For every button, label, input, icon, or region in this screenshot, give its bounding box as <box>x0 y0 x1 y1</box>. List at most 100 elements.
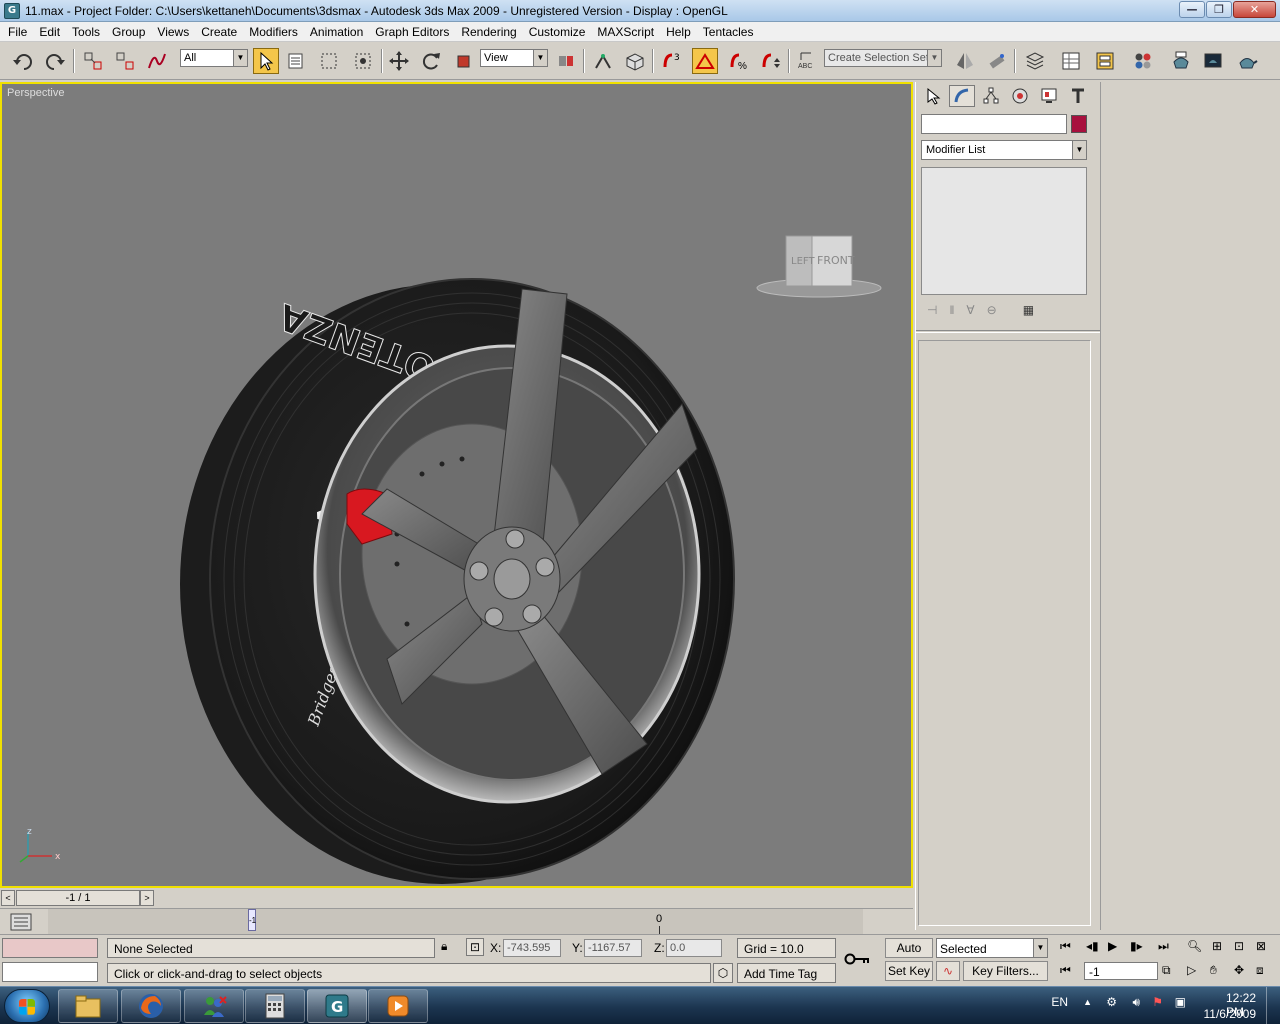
bind-to-space-warp-icon[interactable] <box>144 48 170 74</box>
modify-tab-icon[interactable] <box>949 85 975 107</box>
set-key-button[interactable]: Set Key <box>885 961 933 981</box>
menu-group[interactable]: Group <box>106 22 151 42</box>
select-manipulate-icon[interactable] <box>590 48 616 74</box>
key-mode-dropdown[interactable]: Selected ▼ <box>936 938 1048 958</box>
lock-icon[interactable]: 🔒︎ <box>441 939 447 954</box>
minimize-button[interactable]: — <box>1179 1 1205 18</box>
pin-stack-icon[interactable]: ⊣ <box>927 303 937 317</box>
orbit-icon[interactable]: ✥ <box>1234 963 1244 977</box>
utilities-tab-icon[interactable] <box>1065 85 1091 107</box>
move-icon[interactable] <box>386 48 412 74</box>
select-by-name-icon[interactable] <box>284 48 310 74</box>
show-desktop-button[interactable] <box>1266 987 1280 1024</box>
angle-snap-toggle-icon[interactable] <box>692 48 718 74</box>
scale-icon[interactable] <box>450 48 476 74</box>
select-object-icon[interactable] <box>253 48 279 74</box>
mirror-icon[interactable] <box>952 48 978 74</box>
menu-create[interactable]: Create <box>195 22 243 42</box>
display-tab-icon[interactable] <box>1036 85 1062 107</box>
menu-rendering[interactable]: Rendering <box>455 22 522 42</box>
menu-maxscript[interactable]: MAXScript <box>591 22 660 42</box>
layer-manager-icon[interactable] <box>1022 48 1048 74</box>
quick-render-icon[interactable] <box>1234 48 1260 74</box>
show-hidden-icons-icon[interactable]: ▲ <box>1083 997 1092 1007</box>
go-to-end-icon[interactable]: ⏭ <box>1158 939 1169 954</box>
zoom-extents-icon[interactable]: ⊡ <box>1234 939 1244 953</box>
track-ruler[interactable] <box>48 909 863 935</box>
percent-snap-toggle-icon[interactable]: % <box>725 48 751 74</box>
object-name-field[interactable] <box>921 114 1067 134</box>
clock-date[interactable]: 11/6/2009 <box>1204 1007 1257 1021</box>
zoom-extents-all-icon[interactable]: ⊠ <box>1256 939 1266 953</box>
rotate-icon[interactable] <box>418 48 444 74</box>
viewcube-front-label[interactable]: FRONT <box>817 254 855 267</box>
keyboard-shortcut-override-icon[interactable] <box>622 48 648 74</box>
trackbar[interactable]: -1 0 <box>0 908 913 935</box>
current-frame-spinner[interactable]: -1 <box>1084 962 1158 980</box>
modifier-list-dropdown[interactable]: Modifier List ▼ <box>921 140 1087 160</box>
remove-modifier-icon[interactable]: ⊖ <box>987 303 997 317</box>
viewcube-left-label[interactable]: LEFT <box>791 256 815 267</box>
messenger-icon[interactable] <box>184 989 244 1023</box>
go-to-start-icon[interactable]: ⏮ <box>1060 939 1071 954</box>
menu-tentacles[interactable]: Tentacles <box>697 22 760 42</box>
menu-edit[interactable]: Edit <box>33 22 66 42</box>
time-configuration-icon[interactable]: ⧉ <box>1162 963 1171 978</box>
time-slider-prev-button[interactable]: < <box>1 890 15 906</box>
configure-modifier-sets-icon[interactable]: ▦ <box>1023 303 1034 317</box>
reference-coordinate-dropdown[interactable]: View ▼ <box>480 49 548 67</box>
maxscript-listener-white[interactable] <box>2 962 98 982</box>
default-in-out-tangents-icon[interactable]: ∿ <box>936 961 960 981</box>
maxscript-listener-pink[interactable] <box>2 938 98 958</box>
render-setup-icon[interactable] <box>1168 48 1194 74</box>
material-editor-icon[interactable] <box>1130 48 1156 74</box>
z-coordinate-field[interactable]: 0.0 <box>666 939 722 957</box>
maximize-viewport-icon[interactable]: ⧈ <box>1256 963 1264 978</box>
rectangular-selection-icon[interactable] <box>316 48 342 74</box>
menu-animation[interactable]: Animation <box>304 22 369 42</box>
3ds-max-task-icon[interactable]: G <box>307 989 367 1023</box>
play-icon[interactable]: ▶︎ <box>1108 939 1117 953</box>
time-slider-next-button[interactable]: > <box>140 890 154 906</box>
curve-editor-icon[interactable] <box>1058 48 1084 74</box>
make-unique-icon[interactable]: ∀ <box>966 303 974 317</box>
menu-help[interactable]: Help <box>660 22 697 42</box>
network-status-icon[interactable]: ▣ <box>1175 995 1186 1009</box>
spinner-snap-toggle-icon[interactable] <box>757 48 783 74</box>
title-bar[interactable]: G 11.max - Project Folder: C:\Users\kett… <box>0 0 1280 22</box>
start-button[interactable] <box>4 989 50 1023</box>
absolute-mode-toggle-icon[interactable]: ⊡ <box>466 938 484 956</box>
object-color-swatch[interactable] <box>1071 115 1087 133</box>
motion-tab-icon[interactable] <box>1007 85 1033 107</box>
zoom-icon[interactable]: 🔍︎ <box>1187 939 1202 953</box>
redo-icon[interactable] <box>42 48 68 74</box>
undo-icon[interactable] <box>10 48 36 74</box>
rendered-frame-window-icon[interactable] <box>1200 48 1226 74</box>
align-icon[interactable] <box>984 48 1010 74</box>
time-tag-icon[interactable]: ⬡ <box>713 963 733 983</box>
time-slider-frame[interactable]: -1 / 1 <box>16 890 140 906</box>
menu-file[interactable]: File <box>2 22 33 42</box>
key-mode-toggle-icon[interactable]: ⏮ <box>1060 963 1071 978</box>
auto-key-button[interactable]: Auto Key <box>885 938 933 973</box>
previous-frame-icon[interactable]: ◂▮ <box>1086 939 1099 953</box>
snaps-toggle-icon[interactable]: 3 <box>658 48 684 74</box>
perspective-viewport[interactable]: Perspective POTENZA RE050A Bridgestone <box>0 82 913 888</box>
current-frame-marker[interactable]: -1 <box>248 909 256 931</box>
menu-customize[interactable]: Customize <box>523 22 592 42</box>
window-crossing-icon[interactable] <box>350 48 376 74</box>
y-coordinate-field[interactable]: -1167.57 <box>584 939 642 957</box>
zoom-all-icon[interactable]: ⊞ <box>1212 939 1222 953</box>
action-center-icon[interactable]: ⚑ <box>1152 995 1163 1009</box>
key-filters-button[interactable]: Key Filters... <box>963 961 1048 981</box>
media-player-icon[interactable] <box>368 989 428 1023</box>
modifier-stack[interactable] <box>921 167 1087 295</box>
schematic-view-icon[interactable] <box>1092 48 1118 74</box>
calculator-icon[interactable] <box>245 989 305 1023</box>
create-tab-icon[interactable] <box>920 85 946 107</box>
time-slider[interactable]: < -1 / 1 > <box>0 888 913 908</box>
windows-explorer-icon[interactable] <box>58 989 118 1023</box>
show-end-result-icon[interactable]: ‖ <box>949 303 954 317</box>
named-selection-dropdown[interactable]: Create Selection Set ▼ <box>824 49 942 67</box>
x-coordinate-field[interactable]: -743.595 <box>503 939 561 957</box>
